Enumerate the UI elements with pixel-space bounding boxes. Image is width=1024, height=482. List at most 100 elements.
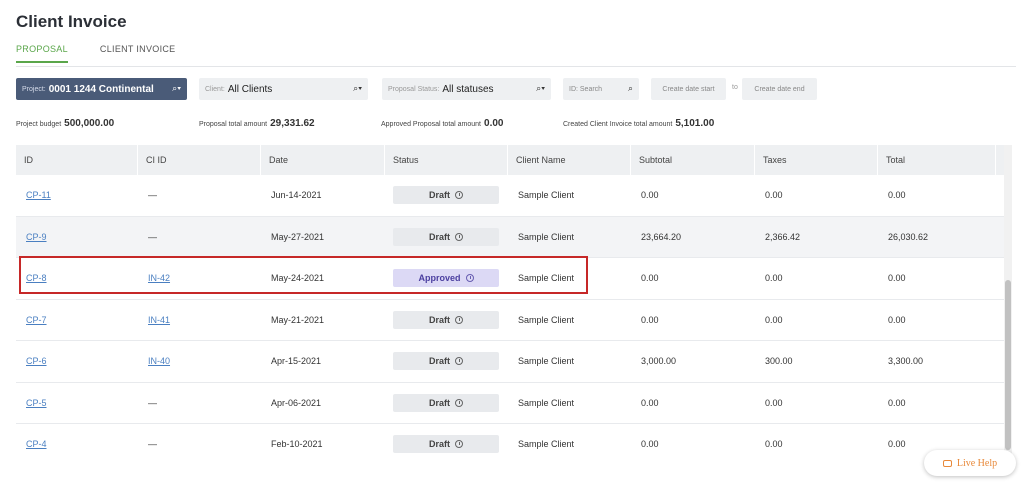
client-filter-label: Client: xyxy=(205,85,225,93)
ci-id-value: — xyxy=(148,397,157,408)
project-filter-value: 0001 1244 Continental xyxy=(48,83,154,95)
search-icon[interactable]: ⌕▾ xyxy=(172,83,181,94)
proposal-id-link[interactable]: CP-4 xyxy=(26,439,47,449)
client-filter[interactable]: Client: All Clients ⌕▾ xyxy=(199,78,368,100)
search-icon[interactable]: ⌕ xyxy=(628,83,633,94)
invoice-total-label: Created Client Invoice total amount xyxy=(563,121,673,128)
table-row[interactable]: CP-6 IN-40 Apr-15-2021 Draft Sample Clie… xyxy=(16,341,1004,383)
tab-proposal[interactable]: PROPOSAL xyxy=(16,44,68,63)
taxes-value: 0.00 xyxy=(765,273,783,284)
client-name-value: Sample Client xyxy=(518,273,575,284)
project-filter[interactable]: Project: 0001 1244 Continental ⌕▾ xyxy=(16,78,187,100)
column-header-id[interactable]: ID xyxy=(16,145,138,175)
status-label: Approved xyxy=(418,273,461,284)
proposal-id-link[interactable]: CP-11 xyxy=(26,190,51,200)
client-name-value: Sample Client xyxy=(518,231,575,242)
column-header-taxes[interactable]: Taxes xyxy=(755,145,878,175)
column-header-ci-id[interactable]: CI ID xyxy=(138,145,261,175)
date-value: Feb-10-2021 xyxy=(271,439,323,450)
client-invoice-page: Client Invoice PROPOSAL CLIENT INVOICE P… xyxy=(0,0,1024,482)
client-filter-value: All Clients xyxy=(227,83,273,95)
search-icon[interactable]: ⌕▾ xyxy=(536,83,545,94)
ci-id-link[interactable]: IN-41 xyxy=(148,315,170,325)
table-row[interactable]: CP-11 — Jun-14-2021 Draft Sample Client … xyxy=(16,175,1004,217)
table-row[interactable]: CP-8 IN-42 May-24-2021 Approved Sample C… xyxy=(16,258,1004,300)
date-value: May-21-2021 xyxy=(271,314,325,325)
table-row[interactable]: CP-9 — May-27-2021 Draft Sample Client 2… xyxy=(16,216,1004,258)
subtotal-value: 3,000.00 xyxy=(641,356,677,367)
search-icon[interactable]: ⌕▾ xyxy=(353,83,362,94)
column-header-client-name[interactable]: Client Name xyxy=(508,145,631,175)
column-header-date[interactable]: Date xyxy=(261,145,385,175)
proposal-id-link[interactable]: CP-6 xyxy=(26,356,47,366)
clock-icon xyxy=(465,274,474,283)
live-help-button[interactable]: Live Help xyxy=(924,450,1016,476)
scrollbar-thumb[interactable] xyxy=(1005,280,1011,450)
total-value: 26,030.62 xyxy=(888,231,929,242)
clock-icon xyxy=(455,357,463,366)
total-value: 3,300.00 xyxy=(888,356,924,367)
status-badge: Draft xyxy=(393,393,499,412)
table-scrollbar[interactable] xyxy=(1004,145,1012,465)
proposal-id-link[interactable]: CP-5 xyxy=(26,398,47,408)
proposal-total: Proposal total amount 29,331.62 xyxy=(199,118,315,129)
column-header-status[interactable]: Status xyxy=(385,145,508,175)
taxes-value: 0.00 xyxy=(765,314,783,325)
status-filter-label: Proposal Status: xyxy=(388,85,440,93)
status-label: Draft xyxy=(428,314,450,325)
filter-bar: Project: 0001 1244 Continental ⌕▾ Client… xyxy=(16,78,1016,100)
proposal-id-link[interactable]: CP-7 xyxy=(26,315,47,325)
tab-client-invoice[interactable]: CLIENT INVOICE xyxy=(100,44,176,54)
live-help-label: Live Help xyxy=(956,457,998,469)
date-start-placeholder: Create date start xyxy=(662,85,715,93)
proposal-id-link[interactable]: CP-8 xyxy=(26,273,47,283)
proposal-status-filter[interactable]: Proposal Status: All statuses ⌕▾ xyxy=(382,78,551,100)
summary-bar: Project budget 500,000.00 Proposal total … xyxy=(16,118,1016,132)
ci-id-link[interactable]: IN-42 xyxy=(148,273,170,283)
status-label: Draft xyxy=(428,356,450,367)
date-end-placeholder: Create date end xyxy=(754,85,805,93)
clock-icon xyxy=(455,232,463,241)
status-badge: Draft xyxy=(393,310,499,329)
page-title: Client Invoice xyxy=(16,12,127,31)
taxes-value: 300.00 xyxy=(765,356,793,367)
date-start-input[interactable]: Create date start xyxy=(651,78,726,100)
subtotal-value: 0.00 xyxy=(641,314,659,325)
date-value: May-27-2021 xyxy=(271,231,325,242)
ci-id-value: — xyxy=(148,190,157,201)
subtotal-value: 23,664.20 xyxy=(641,231,682,242)
table-row[interactable]: CP-5 — Apr-06-2021 Draft Sample Client 0… xyxy=(16,383,1004,424)
total-value: 0.00 xyxy=(888,439,906,450)
proposal-table: ID CI ID Date Status Client Name Subtota… xyxy=(16,145,1004,465)
column-header-subtotal[interactable]: Subtotal xyxy=(631,145,755,175)
project-budget-value: 500,000.00 xyxy=(64,118,115,129)
id-search-input[interactable]: ID: Search ⌕ xyxy=(563,78,639,100)
table-row[interactable]: CP-4 — Feb-10-2021 Draft Sample Client 0… xyxy=(16,424,1004,465)
date-end-input[interactable]: Create date end xyxy=(742,78,817,100)
client-name-value: Sample Client xyxy=(518,439,575,450)
table-body: CP-11 — Jun-14-2021 Draft Sample Client … xyxy=(16,175,1004,465)
table-row[interactable]: CP-7 IN-41 May-21-2021 Draft Sample Clie… xyxy=(16,300,1004,341)
status-badge: Draft xyxy=(393,186,499,205)
status-label: Draft xyxy=(428,439,450,450)
proposal-id-link[interactable]: CP-9 xyxy=(26,232,47,242)
approved-total-value: 0.00 xyxy=(484,118,504,129)
total-value: 0.00 xyxy=(888,273,906,284)
project-budget: Project budget 500,000.00 xyxy=(16,118,114,129)
clock-icon xyxy=(455,398,463,407)
column-header-total[interactable]: Total xyxy=(878,145,996,175)
client-name-value: Sample Client xyxy=(518,314,575,325)
tab-bar: PROPOSAL CLIENT INVOICE xyxy=(16,44,176,63)
tabs-divider xyxy=(16,66,1016,67)
invoice-total-value: 5,101.00 xyxy=(675,118,715,129)
invoice-total: Created Client Invoice total amount 5,101… xyxy=(563,118,714,129)
id-search-placeholder: ID: Search xyxy=(569,85,603,93)
project-budget-label: Project budget xyxy=(16,121,62,128)
date-value: Apr-06-2021 xyxy=(271,397,322,408)
ci-id-link[interactable]: IN-40 xyxy=(148,356,170,366)
status-filter-value: All statuses xyxy=(442,83,494,95)
clock-icon xyxy=(455,191,463,200)
total-value: 0.00 xyxy=(888,314,906,325)
project-filter-label: Project: xyxy=(22,85,46,93)
ci-id-value: — xyxy=(148,439,157,450)
